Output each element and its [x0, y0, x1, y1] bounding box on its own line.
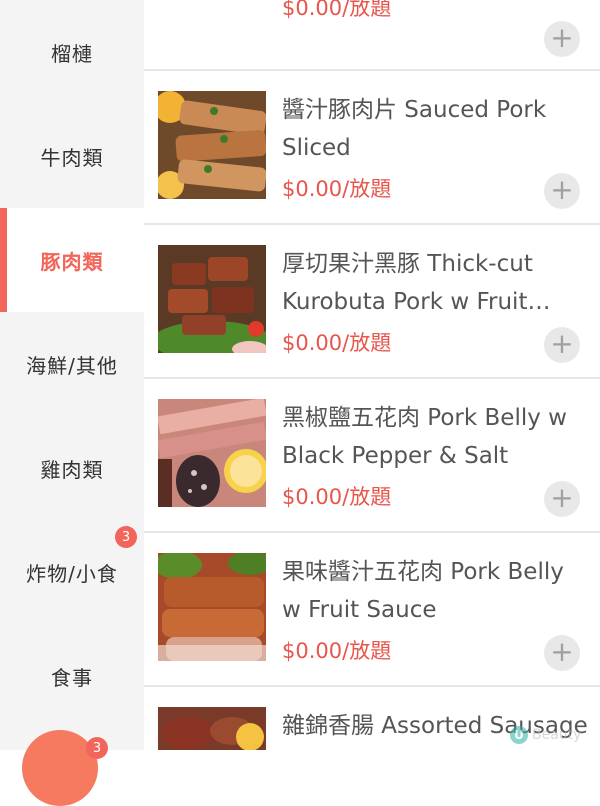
cart-count-badge: 3 [86, 737, 108, 759]
divider [144, 223, 600, 225]
food-photo [158, 91, 266, 199]
item-name: 果味醬汁五花肉 Pork Belly w Fruit Sauce [282, 559, 564, 623]
item-price: $0.00/放題 [282, 0, 392, 20]
watermark: U Beauty [510, 724, 581, 746]
category-label: 豚肉類 [40, 249, 104, 274]
list-item[interactable]: 醬汁豚肉片 Sauced Pork Sliced $0.00/放題 + [144, 91, 600, 245]
category-label: 雞肉類 [40, 457, 104, 482]
divider [144, 531, 600, 533]
list-item[interactable]: $0.00/放題 + [144, 0, 600, 57]
watermark-logo-icon: U [510, 726, 528, 744]
item-price: $0.00/放題 [282, 639, 392, 663]
add-item-button[interactable]: + [544, 21, 580, 57]
item-price: $0.00/放題 [282, 177, 392, 201]
item-name: 醬汁豚肉片 Sauced Pork Sliced [282, 97, 547, 161]
category-label: 牛肉類 [40, 145, 104, 170]
list-item[interactable]: 厚切果汁黑豚 Thick-cut Kurobuta Pork w Fruit S… [144, 245, 600, 399]
category-beef[interactable]: 牛肉類 [0, 104, 144, 208]
add-item-button[interactable]: + [544, 481, 580, 517]
food-photo [158, 399, 266, 507]
plus-icon: + [550, 173, 574, 206]
list-item[interactable]: 果味醬汁五花肉 Pork Belly w Fruit Sauce $0.00/放… [144, 553, 600, 707]
category-count-badge: 3 [115, 526, 137, 548]
add-item-button[interactable]: + [544, 173, 580, 209]
plus-icon: + [550, 635, 574, 668]
plus-icon: + [550, 21, 574, 54]
item-price: $0.00/放題 [282, 331, 392, 355]
list-item[interactable]: 黑椒鹽五花肉 Pork Belly w Black Pepper & Salt … [144, 399, 600, 553]
category-meals[interactable]: 食事 [0, 624, 144, 728]
item-name: 黑椒鹽五花肉 Pork Belly w Black Pepper & Salt [282, 405, 567, 469]
food-photo [158, 707, 266, 750]
item-price: $0.00/放題 [282, 485, 392, 509]
item-name: 厚切果汁黑豚 Thick-cut Kurobuta Pork w Fruit S… [282, 251, 533, 315]
category-pork[interactable]: 豚肉類 [0, 208, 144, 312]
menu-item-list: $0.00/放題 + 醬汁豚肉片 Sauced Pork Sliced $0.0… [144, 0, 600, 750]
watermark-text: Beauty [532, 727, 582, 743]
add-item-button[interactable]: + [544, 635, 580, 671]
category-label: 食事 [51, 665, 93, 690]
category-seafood-other[interactable]: 海鮮/其他 [0, 312, 144, 416]
category-label: 榴槤 [51, 41, 93, 66]
category-durian[interactable]: 榴槤 [0, 0, 144, 104]
plus-icon: + [550, 481, 574, 514]
divider [144, 69, 600, 71]
divider [144, 377, 600, 379]
plus-icon: + [550, 327, 574, 360]
category-chicken[interactable]: 雞肉類 [0, 416, 144, 520]
category-label: 海鮮/其他 [26, 353, 118, 378]
category-label: 炸物/小食 [26, 561, 118, 586]
category-sidebar: 榴槤 牛肉類 豚肉類 海鮮/其他 雞肉類 炸物/小食 3 食事 3 [0, 0, 144, 806]
food-photo [158, 553, 266, 661]
food-photo [158, 245, 266, 353]
divider [144, 685, 600, 687]
add-item-button[interactable]: + [544, 327, 580, 363]
